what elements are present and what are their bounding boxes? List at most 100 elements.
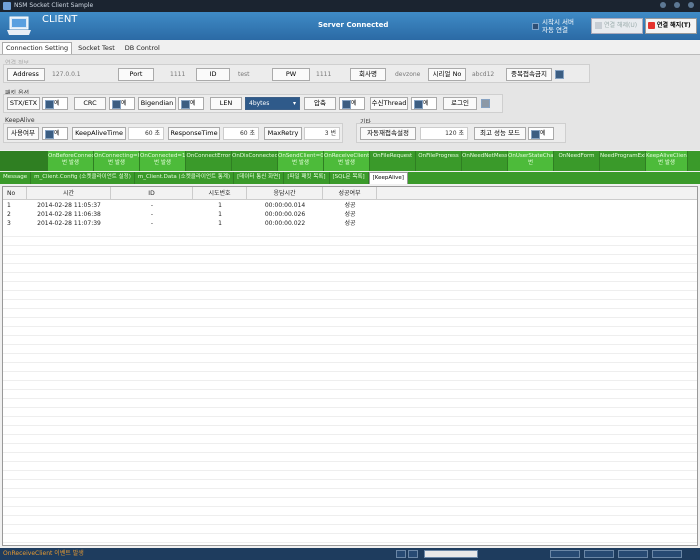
main-tabs: Connection Setting Socket Test DB Contro… (2, 42, 164, 54)
max-retry-label: MaxRetry (264, 127, 302, 140)
recv-thread-checkbox[interactable]: 예 (411, 97, 437, 110)
event-on-connected[interactable]: OnConnected=1번 발생 (140, 151, 186, 171)
connect-button[interactable]: 연결 해지(T) (645, 18, 697, 34)
close-icon[interactable] (688, 2, 694, 8)
login-checkbox[interactable] (481, 99, 490, 108)
empty-row (3, 534, 697, 543)
subtab-message[interactable]: Message (0, 172, 32, 184)
auto-reconnect-input[interactable]: 120 초 (420, 127, 468, 140)
event-need-program-exit[interactable]: NeedProgramExit (600, 151, 646, 171)
response-time-input[interactable]: 60 초 (223, 127, 259, 140)
empty-row (3, 372, 697, 381)
event-on-connecting[interactable]: OnConnecting=0번 발생 (94, 151, 140, 171)
table-row[interactable]: 3 2014-02-28 11:07:39 - 1 00:00:00.022 성공 (3, 219, 697, 228)
status-panel (618, 550, 648, 558)
disconnect-button[interactable]: 연결 해제(U) (591, 18, 643, 34)
bigendian-checkbox[interactable]: 예 (178, 97, 204, 110)
event-on-user-state-changed[interactable]: OnUserStateChanged=1번 (508, 151, 554, 171)
table-row[interactable]: 2 2014-02-28 11:06:38 - 1 00:00:00.026 성공 (3, 210, 697, 219)
table-cell: 1 (218, 211, 222, 218)
stx-etx-label: STX/ETX (7, 97, 40, 110)
column-header-attempt[interactable]: 시도번호 (193, 187, 247, 200)
event-on-file-progress[interactable]: OnFileProgress (416, 151, 462, 171)
empty-row (3, 291, 697, 300)
performance-mode-label: 최고 성능 모드 (474, 127, 526, 140)
duplicate-login-checkbox[interactable] (555, 70, 564, 79)
empty-row (3, 399, 697, 408)
event-on-send-client[interactable]: OnSendClient=0번 발생 (278, 151, 324, 171)
event-on-file-request[interactable]: OnFileRequest (370, 151, 416, 171)
event-on-receive-client[interactable]: OnReceiveClient=7번 발생 (324, 151, 370, 171)
serial-value[interactable]: abcd12 (472, 68, 494, 81)
app-icon (3, 2, 11, 10)
pw-label: PW (272, 68, 310, 81)
empty-row (3, 354, 697, 363)
table-row[interactable]: 1 2014-02-28 11:05:37 - 1 00:00:00.014 성공 (3, 201, 697, 210)
tab-db-control[interactable]: DB Control (121, 42, 164, 54)
column-header-time[interactable]: 시간 (27, 187, 111, 200)
column-header-response-time[interactable]: 응답시간 (247, 187, 323, 200)
use-label: 사용여부 (7, 127, 39, 140)
pw-value[interactable]: 1111 (316, 68, 331, 81)
subtab-data-comm[interactable]: [데이터 통신 화면] (234, 172, 285, 184)
event-on-need-net-message-form[interactable]: OnNeedNetMessageForm (462, 151, 508, 171)
table-cell: 성공 (344, 202, 356, 209)
event-on-connect-error[interactable]: OnConnectError (186, 151, 232, 171)
auto-connect-checkbox[interactable] (532, 22, 539, 30)
id-value[interactable]: test (238, 68, 250, 81)
event-on-before-connect[interactable]: OnBeforeConnect=1번 발생 (48, 151, 94, 171)
table-header: No 시간 ID 시도번호 응답시간 성공여부 (3, 187, 697, 200)
empty-row (3, 336, 697, 345)
table-cell: 2 (7, 211, 11, 218)
empty-row (3, 309, 697, 318)
minimize-icon[interactable] (660, 2, 666, 8)
id-label: ID (196, 68, 230, 81)
status-indicator (396, 550, 406, 558)
len-select[interactable]: 4bytes (245, 97, 300, 110)
response-time-label: ResponseTime (168, 127, 220, 140)
event-keepalive-client[interactable]: KeepAliveClient=3번 발생 (646, 151, 688, 171)
compress-checkbox[interactable]: 예 (339, 97, 365, 110)
table-cell: - (150, 220, 154, 227)
port-label: Port (118, 68, 154, 81)
tab-connection-setting[interactable]: Connection Setting (2, 42, 73, 54)
event-on-disconnected[interactable]: OnDisConnected (232, 151, 278, 171)
subtab-client-data[interactable]: m_Client.Data (소켓클라이언트 통계) (135, 172, 235, 184)
bigendian-label: Bigendian (138, 97, 176, 110)
maximize-icon[interactable] (674, 2, 680, 8)
crc-checkbox[interactable]: 예 (109, 97, 135, 110)
empty-row (3, 363, 697, 372)
app-name: CLIENT (42, 14, 78, 25)
empty-row (3, 264, 697, 273)
empty-row (3, 381, 697, 390)
port-value[interactable]: 1111 (170, 68, 185, 81)
table-cell: 2014-02-28 11:07:39 (37, 220, 101, 227)
performance-mode-checkbox[interactable]: 예 (528, 127, 554, 140)
tab-socket-test[interactable]: Socket Test (74, 42, 119, 54)
empty-row (3, 318, 697, 327)
empty-row (3, 471, 697, 480)
column-header-no[interactable]: No (3, 187, 27, 200)
subtab-keepalive[interactable]: [KeepAlive] (368, 172, 408, 184)
address-value[interactable]: 127.0.0.1 (52, 68, 81, 81)
sub-tabs: Message m_Client.Config (소켓클라이언트 설정) m_C… (0, 172, 700, 184)
stx-etx-checkbox[interactable]: 예 (42, 97, 68, 110)
company-value[interactable]: devzone (395, 68, 420, 81)
column-header-id[interactable]: ID (111, 187, 193, 200)
keepalive-time-input[interactable]: 60 초 (128, 127, 164, 140)
subtab-sql-list[interactable]: [SQL문 목록] (330, 172, 369, 184)
empty-row (3, 255, 697, 264)
empty-row (3, 390, 697, 399)
table-cell: 1 (218, 220, 222, 227)
subtab-client-config[interactable]: m_Client.Config (소켓클라이언트 설정) (31, 172, 135, 184)
event-on-need-form[interactable]: OnNeedForm (554, 151, 600, 171)
auto-connect-line2: 자동 연결 (542, 26, 568, 34)
subtab-file-packets[interactable]: [파일 패킷 목록] (284, 172, 330, 184)
table-cell: 1 (218, 202, 222, 209)
max-retry-input[interactable]: 3 번 (304, 127, 340, 140)
column-header-success[interactable]: 성공여부 (323, 187, 377, 200)
table-cell: - (150, 202, 154, 209)
keepalive-use-checkbox[interactable]: 예 (42, 127, 68, 140)
empty-row (3, 426, 697, 435)
auto-connect-toggle[interactable]: 시작시 서버 자동 연결 (532, 18, 574, 34)
